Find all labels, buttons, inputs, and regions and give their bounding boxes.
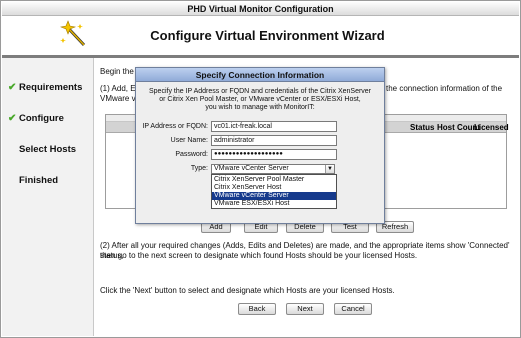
column-header: Status xyxy=(410,123,435,132)
next-button[interactable]: Next xyxy=(286,303,324,315)
type-option[interactable]: Citrix XenServer Pool Master xyxy=(212,176,336,184)
cancel-button[interactable]: Cancel xyxy=(334,303,372,315)
window-title: PHD Virtual Monitor Configuration xyxy=(2,2,519,16)
step2-text-2: then go to the next screen to designate … xyxy=(100,251,418,260)
next-instruction: Click the 'Next' button to select and de… xyxy=(100,286,395,295)
dialog-description: Specify the IP Address or FQDN and crede… xyxy=(144,88,376,112)
username-label: User Name: xyxy=(170,137,208,144)
wizard-steps-sidebar: ✔ Requirements ✔ Configure Select Hosts … xyxy=(2,58,94,336)
ip-label: IP Address or FQDN: xyxy=(142,123,208,130)
type-option[interactable]: VMware ESX/ESXi Host xyxy=(212,200,336,208)
password-field[interactable]: ●●●●●●●●●●●●●●●●●●● xyxy=(211,149,337,160)
chevron-down-icon[interactable]: ▼ xyxy=(325,165,334,173)
username-field[interactable]: administrator xyxy=(211,135,337,146)
description-line: Specify the IP Address or FQDN and crede… xyxy=(148,88,372,95)
step1-text-right: the connection information of the xyxy=(386,84,503,93)
step1-text: (1) Add, E xyxy=(100,84,136,93)
step-select-hosts: Select Hosts xyxy=(19,144,77,155)
description-line: you wish to manage with MonitorIT: xyxy=(205,104,315,111)
back-button[interactable]: Back xyxy=(238,303,276,315)
type-select-value: VMware vCenter Server xyxy=(214,165,289,172)
ip-address-field[interactable]: vc01.ict-freak.local xyxy=(211,121,337,132)
type-dropdown-list[interactable]: Citrix XenServer Pool Master Citrix XenS… xyxy=(211,174,337,209)
type-label: Type: xyxy=(190,165,208,172)
page-title: Configure Virtual Environment Wizard xyxy=(150,28,385,43)
check-icon: ✔ xyxy=(8,82,17,93)
type-option[interactable]: Citrix XenServer Host xyxy=(212,184,336,192)
password-label: Password: xyxy=(175,151,208,158)
step-finished: Finished xyxy=(19,175,59,186)
column-header: Licensed xyxy=(474,123,509,132)
description-line: or Citrix Xen Pool Master, or VMware vCe… xyxy=(159,96,361,103)
intro-text: Begin the xyxy=(100,67,134,76)
wizard-header: Configure Virtual Environment Wizard xyxy=(2,16,519,56)
check-icon: ✔ xyxy=(8,113,17,124)
dialog-title[interactable]: Specify Connection Information xyxy=(136,68,384,82)
type-select[interactable]: VMware vCenter Server ▼ xyxy=(211,164,335,174)
step-configure: Configure xyxy=(19,113,64,124)
step-requirements: Requirements xyxy=(19,82,83,93)
type-option-selected[interactable]: VMware vCenter Server xyxy=(212,192,336,200)
app-window: PHD Virtual Monitor Configuration Config… xyxy=(0,0,521,338)
connection-dialog: Specify Connection Information Specify t… xyxy=(135,67,385,224)
